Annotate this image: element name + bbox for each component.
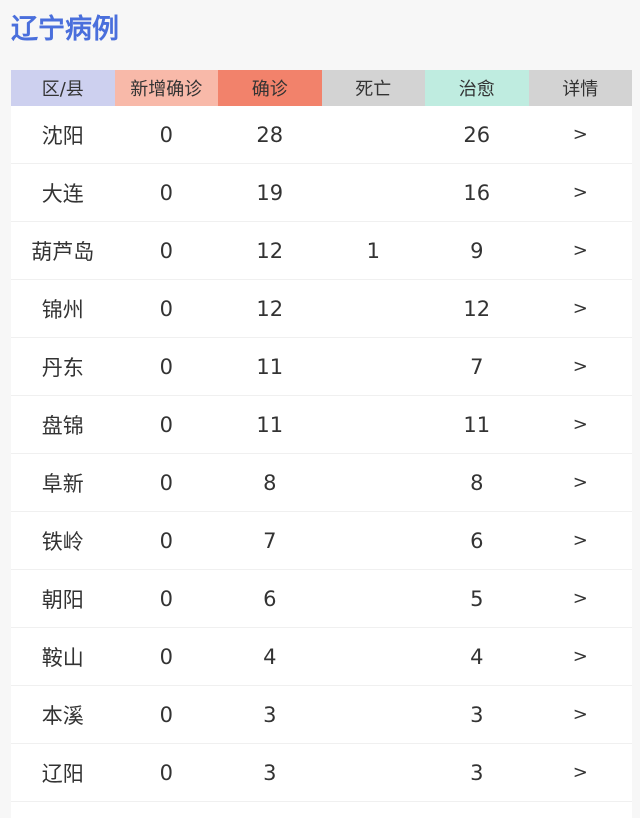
table-row[interactable]: 朝阳 0 6 5 >	[11, 570, 632, 628]
detail-chevron-icon[interactable]: >	[529, 628, 633, 685]
table-row[interactable]: 盘锦 0 11 11 >	[11, 396, 632, 454]
district-name: 锦州	[41, 297, 84, 322]
district-name: 辽阳	[41, 761, 84, 786]
detail-chevron-icon[interactable]: >	[529, 744, 633, 801]
new-confirmed-value: 0	[159, 586, 173, 611]
death-value	[322, 686, 426, 743]
confirmed-value: 8	[263, 470, 277, 495]
district-name: 大连	[41, 181, 84, 206]
death-value	[322, 106, 426, 163]
table-row[interactable]: 丹东 0 11 7 >	[11, 338, 632, 396]
table-row[interactable]: 沈阳 0 28 26 >	[11, 106, 632, 164]
new-confirmed-value: 0	[159, 180, 173, 205]
new-confirmed-value: 0	[159, 644, 173, 669]
page-title: 辽宁病例	[11, 14, 119, 45]
confirmed-value: 3	[263, 702, 277, 727]
new-confirmed-value: 0	[159, 702, 173, 727]
confirmed-value: 12	[256, 238, 284, 263]
cured-value: 4	[470, 644, 484, 669]
detail-chevron-icon[interactable]: >	[529, 106, 633, 163]
header-district[interactable]: 区/县	[11, 70, 115, 106]
district-name: 葫芦岛	[31, 239, 95, 264]
table-row[interactable]: 大连 0 19 16 >	[11, 164, 632, 222]
new-confirmed-value: 0	[159, 354, 173, 379]
table-row[interactable]: 鞍山 0 4 4 >	[11, 628, 632, 686]
cured-value: 26	[463, 122, 491, 147]
death-value	[322, 164, 426, 221]
detail-chevron-icon[interactable]: >	[529, 280, 633, 337]
detail-chevron-icon[interactable]: >	[529, 570, 633, 627]
cured-value: 9	[470, 238, 484, 263]
header-confirmed[interactable]: 确诊	[218, 70, 322, 106]
confirmed-value: 3	[263, 760, 277, 785]
death-value	[322, 454, 426, 511]
cured-value: 3	[470, 702, 484, 727]
death-value	[322, 628, 426, 685]
confirmed-value: 11	[256, 354, 284, 379]
district-name: 铁岭	[41, 529, 84, 554]
header-detail[interactable]: 详情	[528, 70, 632, 106]
district-name: 盘锦	[41, 413, 84, 438]
cured-value: 7	[470, 354, 484, 379]
cured-value: 8	[470, 470, 484, 495]
death-value	[322, 396, 426, 453]
death-value	[322, 570, 426, 627]
cured-value: 12	[463, 296, 491, 321]
detail-chevron-icon[interactable]: >	[529, 222, 633, 279]
header-death[interactable]: 死亡	[321, 70, 425, 106]
table-row-partial	[11, 802, 632, 818]
table-row[interactable]: 葫芦岛 0 12 1 9 >	[11, 222, 632, 280]
death-value	[322, 744, 426, 801]
table-header: 区/县 新增确诊 确诊 死亡 治愈 详情	[11, 70, 632, 106]
header-cured[interactable]: 治愈	[425, 70, 529, 106]
new-confirmed-value: 0	[159, 528, 173, 553]
new-confirmed-value: 0	[159, 412, 173, 437]
table-row[interactable]: 本溪 0 3 3 >	[11, 686, 632, 744]
district-name: 阜新	[41, 471, 84, 496]
table-body: 沈阳 0 28 26 > 大连 0 19 16 > 葫芦岛 0 12 1 9 > 锦州 0 12 12 > 丹东 0 11 7 >…	[11, 106, 632, 818]
death-value	[322, 338, 426, 395]
cases-table: 区/县 新增确诊 确诊 死亡 治愈 详情 沈阳 0 28 26 > 大连 0 19 16 > 葫芦岛…	[11, 70, 632, 818]
detail-chevron-icon[interactable]: >	[529, 454, 633, 511]
new-confirmed-value: 0	[159, 760, 173, 785]
table-row[interactable]: 辽阳 0 3 3 >	[11, 744, 632, 802]
table-row[interactable]: 阜新 0 8 8 >	[11, 454, 632, 512]
cured-value: 5	[470, 586, 484, 611]
district-name: 丹东	[41, 355, 84, 380]
confirmed-value: 7	[263, 528, 277, 553]
new-confirmed-value: 0	[159, 470, 173, 495]
detail-chevron-icon[interactable]: >	[529, 164, 633, 221]
detail-chevron-icon[interactable]: >	[529, 512, 633, 569]
confirmed-value: 28	[256, 122, 284, 147]
header-new-confirmed[interactable]: 新增确诊	[114, 70, 218, 106]
new-confirmed-value: 0	[159, 296, 173, 321]
cured-value: 6	[470, 528, 484, 553]
confirmed-value: 11	[256, 412, 284, 437]
death-value: 1	[366, 238, 380, 263]
district-name: 鞍山	[41, 645, 84, 670]
new-confirmed-value: 0	[159, 122, 173, 147]
confirmed-value: 12	[256, 296, 284, 321]
new-confirmed-value: 0	[159, 238, 173, 263]
death-value	[322, 512, 426, 569]
district-name: 本溪	[41, 703, 84, 728]
table-row[interactable]: 铁岭 0 7 6 >	[11, 512, 632, 570]
district-name: 朝阳	[41, 587, 84, 612]
confirmed-value: 6	[263, 586, 277, 611]
detail-chevron-icon[interactable]: >	[529, 338, 633, 395]
cured-value: 3	[470, 760, 484, 785]
death-value	[322, 280, 426, 337]
detail-chevron-icon[interactable]: >	[529, 686, 633, 743]
cured-value: 16	[463, 180, 491, 205]
district-name: 沈阳	[41, 123, 84, 148]
confirmed-value: 19	[256, 180, 284, 205]
table-row[interactable]: 锦州 0 12 12 >	[11, 280, 632, 338]
confirmed-value: 4	[263, 644, 277, 669]
detail-chevron-icon[interactable]: >	[529, 396, 633, 453]
cured-value: 11	[463, 412, 491, 437]
